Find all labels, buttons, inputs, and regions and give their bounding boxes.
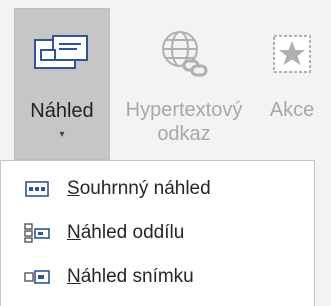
zoom-button-label: Náhled bbox=[30, 100, 94, 122]
menu-item-section-zoom[interactable]: Náhled oddílu bbox=[1, 211, 314, 255]
zoom-dropdown-button[interactable]: Náhled ▾ bbox=[14, 8, 110, 160]
slide-zoom-small-icon bbox=[23, 265, 51, 289]
hyperlink-button[interactable]: Hypertextový odkaz bbox=[114, 8, 254, 160]
menu-item-label: áhled oddílu bbox=[80, 222, 185, 243]
hyperlink-label-line1: Hypertextový bbox=[125, 99, 243, 121]
action-button[interactable]: Akce bbox=[258, 8, 326, 160]
section-zoom-small-icon bbox=[23, 221, 51, 245]
zoom-dropdown-menu: Souhrnný náhled Náhled oddílu Náhled sní… bbox=[0, 160, 315, 306]
summary-zoom-small-icon bbox=[23, 177, 51, 201]
background-strip bbox=[315, 160, 331, 306]
ribbon-group: Náhled ▾ Hypertextový odkaz Akce bbox=[0, 0, 331, 160]
hyperlink-label-line2: odkaz bbox=[157, 123, 211, 145]
summary-zoom-icon bbox=[32, 31, 92, 79]
menu-item-label: áhled snímku bbox=[80, 266, 194, 287]
access-key: N bbox=[67, 266, 81, 287]
action-label: Akce bbox=[269, 99, 315, 121]
access-key: S bbox=[67, 178, 80, 199]
menu-item-slide-zoom[interactable]: Náhled snímku bbox=[1, 255, 314, 299]
action-star-icon bbox=[262, 30, 322, 78]
chevron-down-icon: ▾ bbox=[59, 129, 65, 140]
menu-item-summary-zoom[interactable]: Souhrnný náhled bbox=[1, 167, 314, 211]
menu-item-label: ouhrnný náhled bbox=[79, 178, 211, 199]
hyperlink-globe-icon bbox=[154, 30, 214, 78]
access-key: N bbox=[67, 222, 81, 243]
